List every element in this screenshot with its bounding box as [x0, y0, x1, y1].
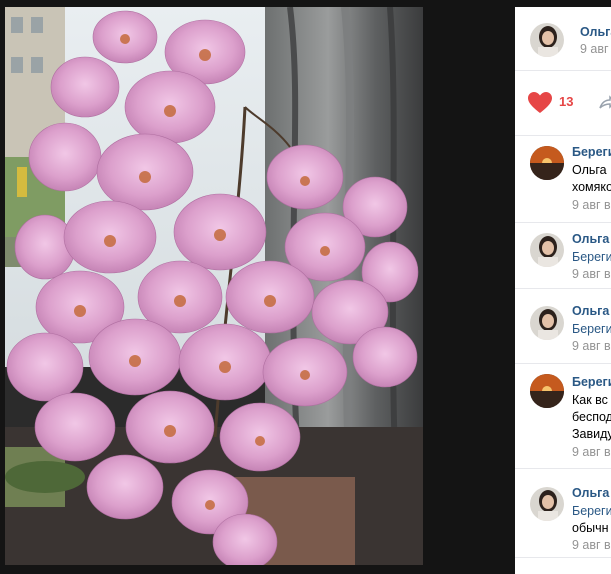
comment-avatar[interactable]	[530, 146, 564, 180]
heart-icon[interactable]	[527, 91, 553, 115]
comment-date[interactable]: 9 авг в	[572, 198, 611, 212]
comment-item: Береги Как вс беспод Завиду 9 авг в	[515, 364, 611, 469]
comment-item: Ольга С Береги обычн 9 авг в	[515, 469, 611, 558]
comment-text-line: Завиду	[572, 427, 611, 441]
post-photo[interactable]	[5, 7, 423, 565]
comment-date[interactable]: 9 авг в	[572, 267, 611, 281]
comment-author[interactable]: Ольга С	[572, 304, 611, 318]
comment-reply-to[interactable]: Береги	[572, 503, 611, 520]
comment-author[interactable]: Береги	[572, 145, 611, 159]
comment-item: Ольга С Береги 9 авг в	[515, 289, 611, 364]
comment-item: Береги Ольга хомяко 9 авг в	[515, 136, 611, 223]
comment-author[interactable]: Береги	[572, 375, 611, 389]
comment-avatar[interactable]	[530, 487, 564, 521]
comment-author[interactable]: Ольга С	[572, 486, 611, 500]
comment-text-line: хомяко	[572, 180, 611, 194]
post-date[interactable]: 9 авг	[580, 42, 609, 56]
comment-date[interactable]: 9 авг в	[572, 445, 611, 459]
comment-author[interactable]: Ольга С	[572, 232, 611, 246]
comment-avatar[interactable]	[530, 306, 564, 340]
author-avatar[interactable]	[530, 23, 564, 57]
comment-date[interactable]: 9 авг в	[572, 339, 611, 353]
post-side-panel: Ольга 9 авг 13 Береги Ольга хомяко 9 авг…	[515, 7, 611, 574]
post-author-header: Ольга 9 авг	[515, 7, 611, 71]
comment-item: Ольга С Береги 9 авг в	[515, 223, 611, 289]
comment-avatar[interactable]	[530, 374, 564, 408]
comment-text-line: Как вс	[572, 393, 608, 407]
comment-reply-to[interactable]: Береги	[572, 321, 611, 338]
like-count[interactable]: 13	[559, 94, 573, 109]
share-icon[interactable]	[599, 95, 611, 111]
comment-text-line: Ольга	[572, 163, 607, 177]
comment-avatar[interactable]	[530, 233, 564, 267]
comment-text-line: беспод	[572, 410, 611, 424]
post-author-name[interactable]: Ольга	[580, 25, 611, 39]
comment-text-line: обычн	[572, 521, 609, 535]
post-actions: 13	[515, 71, 611, 136]
comment-reply-to[interactable]: Береги	[572, 249, 611, 266]
comment-date[interactable]: 9 авг в	[572, 538, 611, 552]
